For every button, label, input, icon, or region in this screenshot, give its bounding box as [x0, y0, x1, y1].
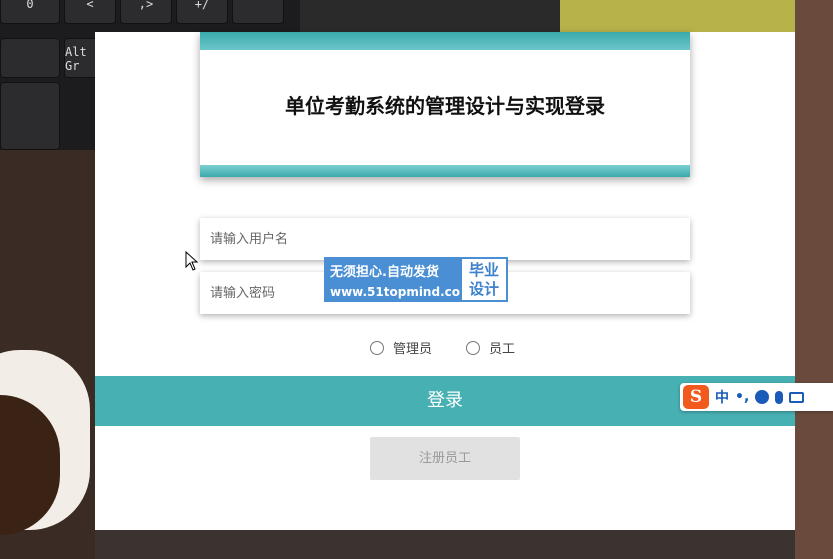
badge-line1: 毕业 — [468, 261, 499, 279]
keyboard-icon[interactable] — [789, 391, 805, 403]
microphone-icon[interactable] — [775, 390, 784, 404]
ime-mode-toggle[interactable]: 中 — [715, 387, 729, 407]
radio-button[interactable] — [370, 340, 384, 355]
ime-toolbar: S 中 •, — [680, 383, 833, 411]
watermark-text-block: 无须担心.自动发货 www.51topmind.com — [324, 257, 473, 302]
title-top-bar — [200, 32, 690, 50]
sogou-logo-icon[interactable]: S — [683, 385, 709, 409]
role-option-admin[interactable]: 管理员 — [370, 338, 432, 357]
desk-surface — [95, 530, 795, 559]
username-input[interactable] — [200, 218, 690, 260]
watermark-badge: 毕业 设计 — [460, 257, 508, 302]
key — [0, 82, 60, 150]
role-selector: 管理员 员工 — [95, 338, 795, 358]
title-card: 单位考勤系统的管理设计与实现登录 — [200, 32, 690, 177]
smiley-icon[interactable] — [755, 390, 770, 404]
role-option-staff[interactable]: 员工 — [466, 338, 515, 357]
title-bottom-bar — [200, 165, 690, 177]
mouse-cursor-icon — [185, 251, 199, 271]
desk-surface — [795, 0, 833, 559]
ime-punctuation-toggle[interactable]: •, — [735, 389, 749, 405]
key: +/ — [176, 0, 228, 24]
key — [232, 0, 284, 24]
radio-button[interactable] — [466, 340, 480, 355]
key: ,> — [120, 0, 172, 24]
key: < — [64, 0, 116, 24]
watermark-banner: 无须担心.自动发货 www.51topmind.com 毕业 设计 — [324, 257, 508, 302]
role-label: 员工 — [489, 342, 516, 357]
badge-line2: 设计 — [468, 280, 499, 298]
role-label: 管理员 — [393, 342, 433, 357]
register-staff-button[interactable]: 注册员工 — [370, 437, 520, 480]
key — [0, 38, 60, 78]
watermark-url: www.51topmind.com — [330, 285, 473, 299]
key: 0 — [0, 0, 60, 24]
page-title: 单位考勤系统的管理设计与实现登录 — [285, 94, 605, 118]
watermark-line1: 无须担心.自动发货 — [330, 265, 439, 280]
